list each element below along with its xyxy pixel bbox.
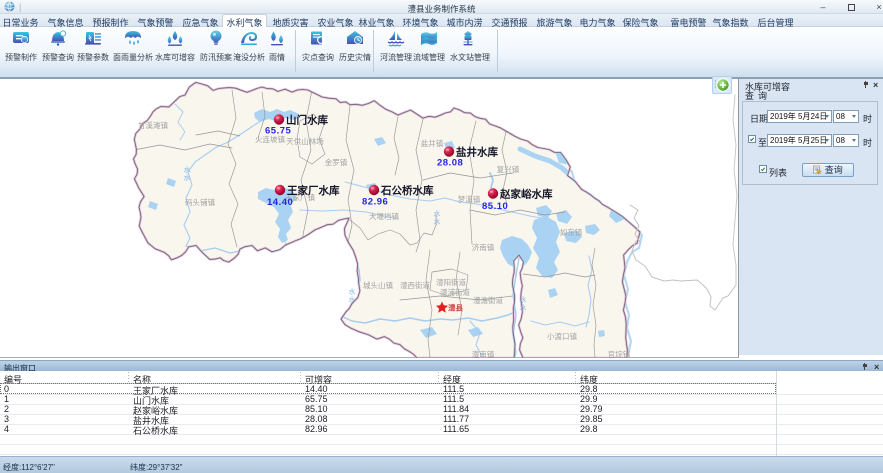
svg-text:山门水库: 山门水库 xyxy=(286,114,328,127)
svg-text:澧澹街道: 澧澹街道 xyxy=(473,295,503,305)
svg-text:盐井镇: 盐井镇 xyxy=(421,138,444,148)
svg-text:金罗镇: 金罗镇 xyxy=(325,157,348,167)
svg-text:82.96: 82.96 xyxy=(362,197,388,208)
svg-text:石公桥水库: 石公桥水库 xyxy=(380,184,434,197)
svg-text:澧西街道: 澧西街道 xyxy=(400,280,430,290)
svg-text:85.10: 85.10 xyxy=(482,201,508,212)
svg-text:水: 水 xyxy=(434,217,441,226)
svg-text:如东镇: 如东镇 xyxy=(560,227,583,237)
svg-text:水: 水 xyxy=(520,303,527,312)
svg-text:水: 水 xyxy=(349,295,356,304)
svg-text:14.40: 14.40 xyxy=(267,197,293,208)
svg-text:大堰垱镇: 大堰垱镇 xyxy=(369,211,399,221)
svg-text:澧浦街道: 澧浦街道 xyxy=(440,287,470,297)
svg-text:澧南镇: 澧南镇 xyxy=(472,349,495,358)
svg-text:小渡口镇: 小渡口镇 xyxy=(547,331,577,341)
svg-text:官垸镇: 官垸镇 xyxy=(608,349,631,358)
svg-text:天供山林场: 天供山林场 xyxy=(286,136,324,146)
svg-text:赵家峪水库: 赵家峪水库 xyxy=(499,188,553,201)
svg-text:甘溪滩镇: 甘溪滩镇 xyxy=(138,120,168,130)
svg-text:65.75: 65.75 xyxy=(265,126,291,137)
svg-text:澧县: 澧县 xyxy=(448,303,463,313)
svg-text:水: 水 xyxy=(520,295,527,304)
svg-text:城头山镇: 城头山镇 xyxy=(363,280,393,290)
svg-text:码头铺镇: 码头铺镇 xyxy=(185,197,215,207)
svg-text:水: 水 xyxy=(349,287,356,296)
svg-text:济南镇: 济南镇 xyxy=(472,242,495,252)
svg-text:水: 水 xyxy=(184,165,191,174)
svg-text:梦溪镇: 梦溪镇 xyxy=(458,194,481,204)
svg-text:复兴镇: 复兴镇 xyxy=(497,164,520,174)
svg-text:水: 水 xyxy=(184,173,191,182)
svg-text:水: 水 xyxy=(434,209,441,218)
svg-text:澧阳街道: 澧阳街道 xyxy=(436,277,466,287)
svg-text:28.08: 28.08 xyxy=(437,158,463,169)
svg-text:王家厂水库: 王家厂水库 xyxy=(287,184,340,197)
